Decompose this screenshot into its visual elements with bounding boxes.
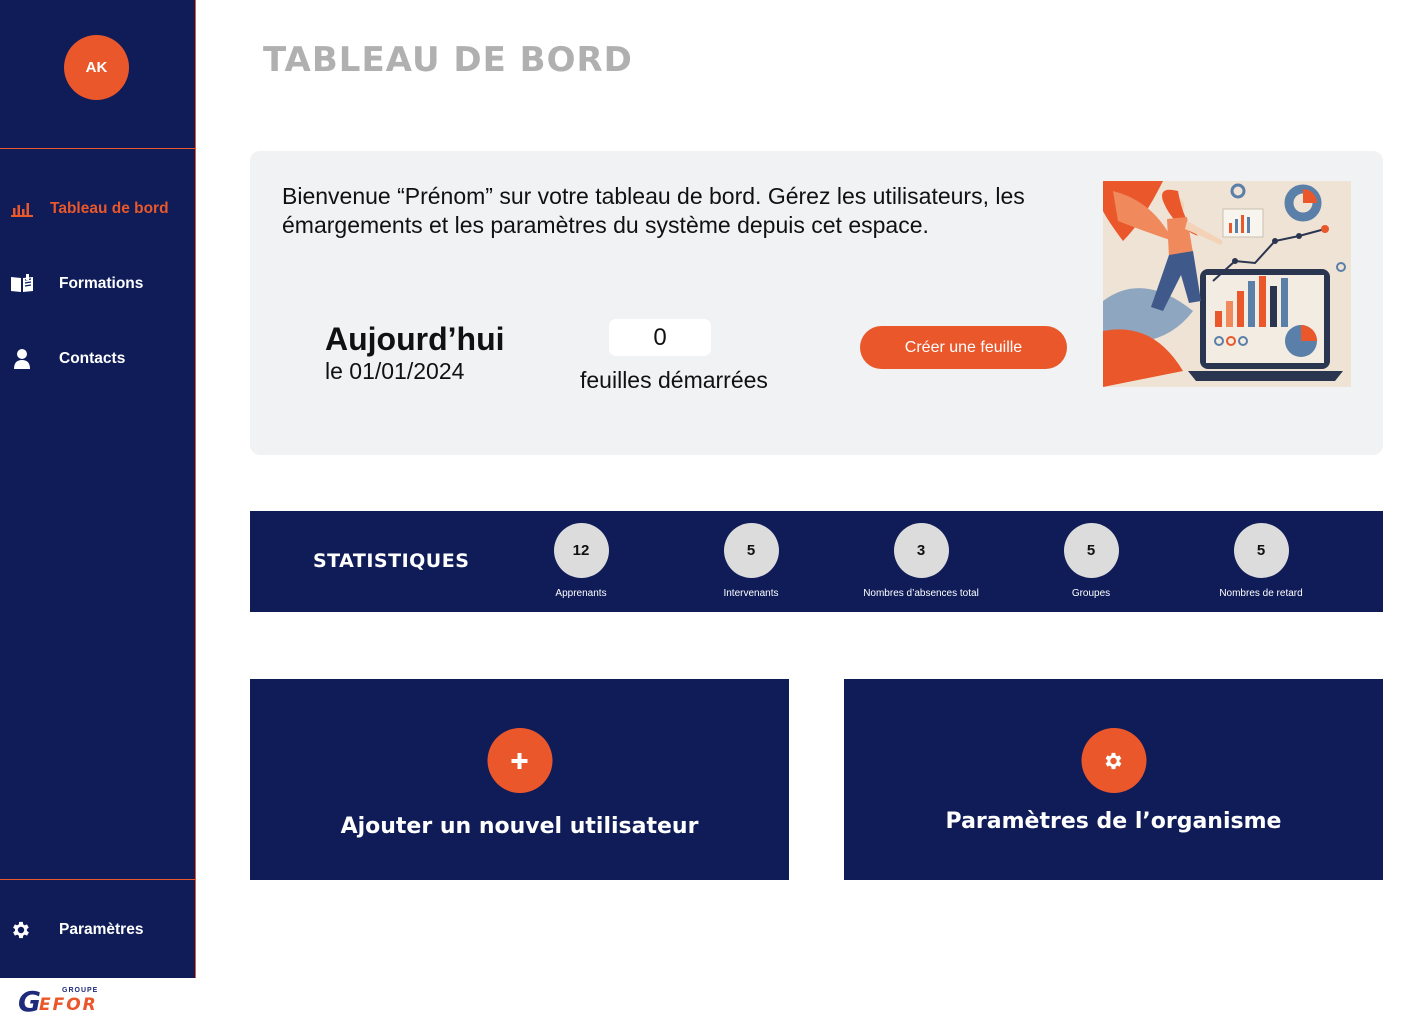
stat-groupes: 5 Groupes (1011, 523, 1171, 599)
person-icon (10, 348, 34, 370)
logo-group-text: GROUPE (62, 987, 99, 994)
sidebar-item-label: Formations (59, 275, 144, 292)
sheets-counter-label: feuilles démarrées (580, 367, 768, 393)
stat-value: 5 (723, 523, 779, 578)
dashboard-illustration (1103, 181, 1351, 387)
sidebar-item-label: Paramètres (59, 921, 144, 938)
statistics-title: STATISTIQUES (313, 550, 470, 572)
gear-icon (1081, 728, 1146, 793)
logo-letter: G (18, 984, 41, 1018)
gear-icon (9, 919, 33, 941)
create-sheet-button[interactable]: Créer une feuille (860, 326, 1067, 369)
bar-chart-icon (10, 198, 34, 220)
sidebar-item-contacts[interactable]: Contacts (0, 341, 196, 377)
stat-value: 5 (1063, 523, 1119, 578)
stat-label: Groupes (1071, 588, 1111, 599)
stat-intervenants: 5 Intervenants (671, 523, 831, 599)
statistics-bar: STATISTIQUES 12 Apprenants 5 Intervenant… (250, 511, 1383, 612)
avatar[interactable]: AK (64, 35, 129, 100)
sheets-counter: 0 (609, 319, 711, 356)
plus-icon (487, 728, 552, 793)
sidebar-divider-bottom (0, 879, 196, 880)
stat-value: 12 (553, 523, 609, 578)
add-user-card[interactable]: Ajouter un nouvel utilisateur (250, 679, 789, 880)
sidebar-item-formations[interactable]: Formations (0, 266, 196, 302)
stat-label: Nombres de retard (1219, 588, 1303, 599)
stat-value: 5 (1233, 523, 1289, 578)
org-settings-label: Paramètres de l’organisme (945, 809, 1282, 834)
sidebar-item-parametres[interactable]: Paramètres (0, 912, 196, 948)
stat-label: Intervenants (723, 588, 779, 599)
org-settings-card[interactable]: Paramètres de l’organisme (844, 679, 1383, 880)
sidebar-item-label: Contacts (59, 350, 126, 367)
sidebar-item-tableau-de-bord[interactable]: Tableau de bord (0, 191, 196, 227)
sidebar: AK Tableau de bord Formations Contacts P… (0, 0, 196, 1024)
book-icon (10, 273, 34, 295)
stat-label: Nombres d’absences total (863, 588, 979, 599)
welcome-text: Bienvenue “Prénom” sur votre tableau de … (282, 183, 1025, 238)
stat-retards: 5 Nombres de retard (1181, 523, 1341, 599)
sidebar-divider-top (0, 148, 196, 149)
sidebar-item-label: Tableau de bord (50, 200, 169, 217)
stat-apprenants: 12 Apprenants (501, 523, 661, 599)
logo-brand-text: EFOR (38, 995, 98, 1015)
avatar-initials: AK (85, 59, 108, 76)
stat-label: Apprenants (555, 588, 607, 599)
company-logo: G GROUPE EFOR (0, 978, 196, 1024)
page: AK Tableau de bord Formations Contacts P… (0, 0, 1426, 1024)
page-title: TABLEAU DE BORD (263, 40, 633, 80)
today-date: le 01/01/2024 (325, 358, 465, 384)
stat-value: 3 (893, 523, 949, 578)
stat-absences: 3 Nombres d’absences total (841, 523, 1001, 599)
welcome-panel: Bienvenue “Prénom” sur votre tableau de … (250, 151, 1383, 455)
today-title: Aujourd’hui (325, 321, 505, 357)
add-user-label: Ajouter un nouvel utilisateur (340, 814, 699, 839)
